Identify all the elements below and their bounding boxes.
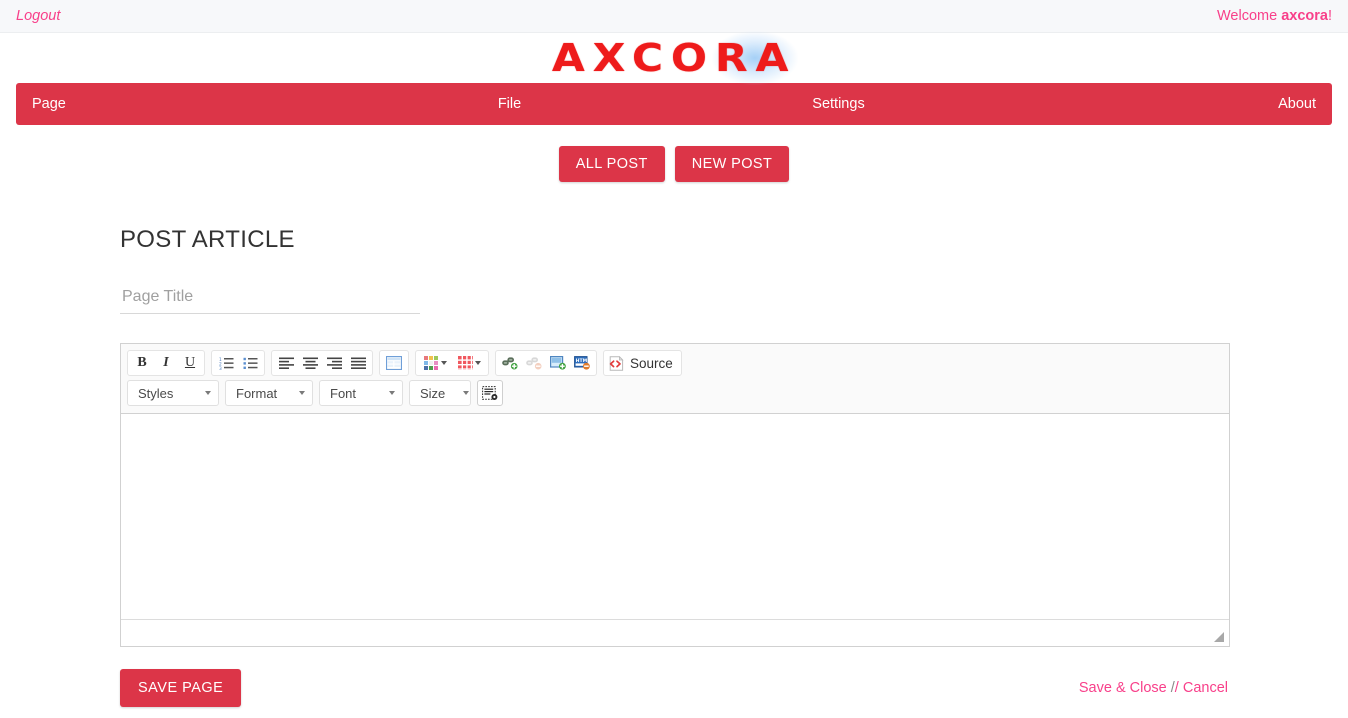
table-group <box>379 350 409 376</box>
editor-toolbar-row-1: B I U 1 2 3 HTML Source <box>127 348 1223 378</box>
source-button[interactable]: Source <box>606 352 679 374</box>
source-label: Source <box>630 355 673 371</box>
rich-text-editor: B I U 1 2 3 HTML Source Styles Format Fo… <box>120 343 1230 647</box>
welcome-username: axcora <box>1281 8 1328 24</box>
font-dropdown-label: Font <box>330 385 357 401</box>
welcome-message: Welcome axcora! <box>1217 8 1332 24</box>
source-code-icon <box>609 355 624 371</box>
size-dropdown[interactable]: Size <box>409 380 471 406</box>
editor-footer-bar <box>121 620 1229 646</box>
text-style-group: B I U <box>127 350 205 376</box>
form-footer: SAVE PAGE Save & Close // Cancel <box>120 669 1228 707</box>
save-and-close-link[interactable]: Save & Close <box>1079 680 1167 696</box>
welcome-prefix: Welcome <box>1217 8 1282 24</box>
svg-text:HTML: HTML <box>575 358 590 364</box>
nav-item-about[interactable]: About <box>1003 96 1332 112</box>
logout-link[interactable]: Logout <box>16 8 60 24</box>
cancel-link[interactable]: Cancel <box>1183 680 1228 696</box>
chevron-down-icon <box>299 391 305 395</box>
editor-toolbar: B I U 1 2 3 HTML Source Styles Format Fo… <box>121 344 1229 414</box>
new-post-button[interactable]: NEW POST <box>674 146 790 182</box>
editor-toolbar-row-2: Styles Format Font Size <box>127 378 1223 408</box>
brand-header: AXCORA <box>0 31 1348 85</box>
axcora-logo: AXCORA <box>524 31 824 85</box>
alignment-group <box>271 350 373 376</box>
save-page-button[interactable]: SAVE PAGE <box>120 669 242 707</box>
unlink-icon[interactable] <box>522 352 546 374</box>
styles-dropdown-label: Styles <box>138 385 174 401</box>
all-post-button[interactable]: ALL POST <box>558 146 665 182</box>
page-title-input[interactable] <box>120 284 420 314</box>
underline-icon[interactable]: U <box>178 352 202 374</box>
main-nav-wrapper: Page File Settings About <box>0 83 1348 125</box>
text-color-icon[interactable] <box>418 352 452 374</box>
chevron-down-icon <box>463 391 470 395</box>
chevron-down-icon <box>474 361 481 365</box>
welcome-suffix: ! <box>1327 8 1332 24</box>
main-nav: Page File Settings About <box>16 83 1332 125</box>
image-icon[interactable] <box>546 352 570 374</box>
bold-icon[interactable]: B <box>130 352 154 374</box>
footer-links: Save & Close // Cancel <box>1079 680 1228 696</box>
show-blocks-icon[interactable] <box>477 380 503 406</box>
chevron-down-icon <box>389 391 395 395</box>
link-icon[interactable] <box>498 352 522 374</box>
html-template-icon[interactable]: HTML <box>570 352 594 374</box>
format-dropdown-label: Format <box>236 385 278 401</box>
resize-grip-icon[interactable] <box>1212 630 1224 642</box>
background-color-icon[interactable] <box>452 352 486 374</box>
align-right-icon[interactable] <box>322 352 346 374</box>
chevron-down-icon <box>440 361 447 365</box>
chevron-down-icon <box>205 391 211 395</box>
post-action-bar: ALL POST NEW POST <box>0 146 1348 182</box>
logo-text: AXCORA <box>551 36 797 80</box>
nav-item-file[interactable]: File <box>345 96 674 112</box>
list-group: 1 2 3 <box>211 350 265 376</box>
numbered-list-icon[interactable]: 1 2 3 <box>214 352 238 374</box>
italic-icon[interactable]: I <box>154 352 178 374</box>
editor-content-area[interactable] <box>121 414 1229 620</box>
align-center-icon[interactable] <box>298 352 322 374</box>
insert-group: HTML <box>495 350 597 376</box>
color-group <box>415 350 489 376</box>
size-dropdown-label: Size <box>420 385 446 401</box>
justify-icon[interactable] <box>346 352 370 374</box>
styles-dropdown[interactable]: Styles <box>127 380 219 406</box>
nav-item-page[interactable]: Page <box>16 96 345 112</box>
main-content: POST ARTICLE B I U <box>0 226 1348 707</box>
bulleted-list-icon[interactable] <box>238 352 262 374</box>
table-icon[interactable] <box>382 352 406 374</box>
font-dropdown[interactable]: Font <box>319 380 403 406</box>
svg-text:3: 3 <box>219 366 222 370</box>
link-separator-2: / <box>1174 680 1179 696</box>
format-dropdown[interactable]: Format <box>225 380 313 406</box>
top-utility-bar: Logout Welcome axcora! <box>0 0 1348 33</box>
align-left-icon[interactable] <box>274 352 298 374</box>
source-group: Source <box>603 350 682 376</box>
page-title: POST ARTICLE <box>120 226 295 253</box>
nav-item-settings[interactable]: Settings <box>674 96 1003 112</box>
